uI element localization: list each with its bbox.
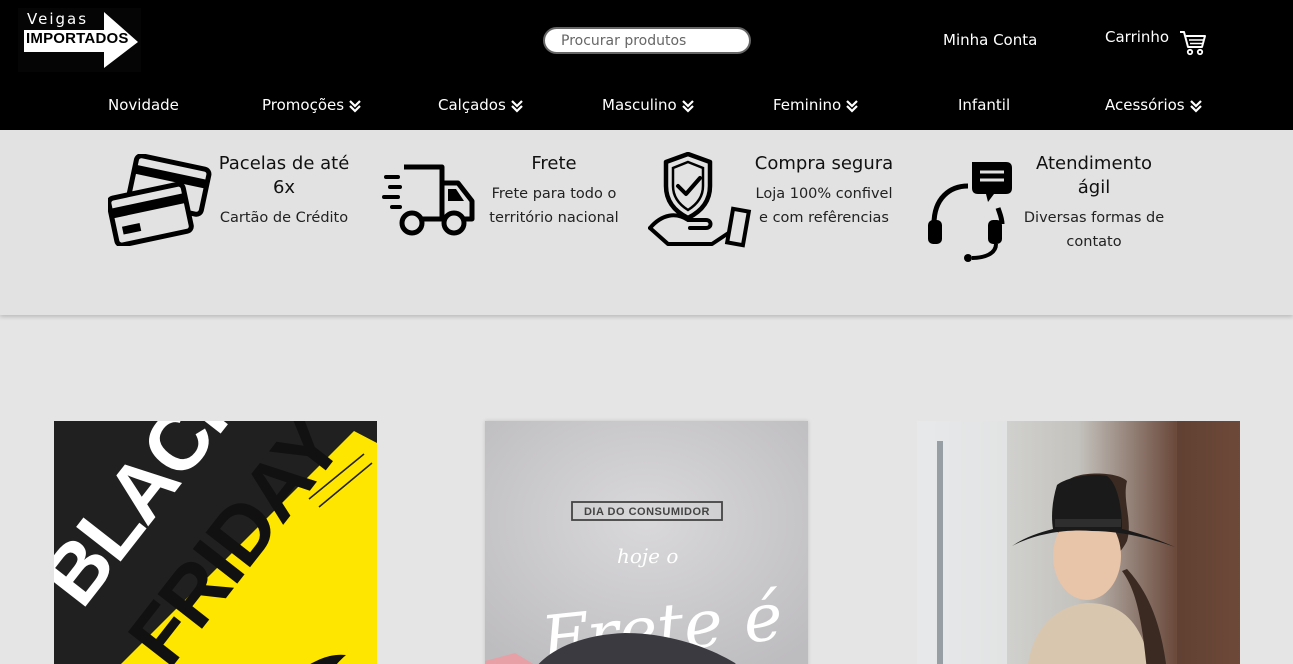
feature-title-line: ágil bbox=[1077, 177, 1111, 198]
feature-title: Compra segura bbox=[752, 152, 896, 176]
nav-item-feminino[interactable]: Feminino bbox=[773, 96, 859, 114]
double-chevron-down-icon bbox=[349, 100, 361, 113]
nav-item-masculino[interactable]: Masculino bbox=[602, 96, 695, 114]
black-friday-artwork: BLACK FRIDAY bbox=[54, 421, 377, 664]
nav-label: Novidade bbox=[108, 96, 179, 114]
nav-item-acessorios[interactable]: Acessórios bbox=[1105, 96, 1203, 114]
double-chevron-down-icon bbox=[511, 100, 523, 113]
nav-label: Infantil bbox=[958, 96, 1011, 114]
nav-label: Promoções bbox=[262, 96, 345, 114]
nav-item-calcados[interactable]: Calçados bbox=[438, 96, 524, 114]
main-nav: Novidade Promoções Calçados Masculino Fe… bbox=[0, 92, 1293, 122]
feature-subtitle-line: Diversas formas de bbox=[1023, 210, 1165, 226]
features-band: Pacelas de até 6x Cartão de Crédito Fret… bbox=[0, 130, 1293, 315]
cart-link[interactable]: Carrinho bbox=[1105, 28, 1207, 56]
double-chevron-down-icon bbox=[681, 100, 694, 113]
nav-label: Feminino bbox=[773, 96, 842, 114]
black-friday-banner[interactable]: BLACK FRIDAY bbox=[54, 421, 377, 664]
search-input[interactable] bbox=[543, 27, 751, 54]
consumer-day-banner[interactable]: DIA DO CONSUMIDOR hoje o Frete é bbox=[485, 421, 808, 664]
feature-subtitle-line: Frete para todo o bbox=[491, 186, 617, 202]
consumer-day-tag: DIA DO CONSUMIDOR bbox=[584, 506, 710, 518]
feature-title-line: 6x bbox=[272, 177, 296, 198]
nav-item-promocoes[interactable]: Promoções bbox=[262, 96, 362, 114]
logo-bottom-text: IMPORTADOS bbox=[26, 30, 129, 47]
nav-label: Acessórios bbox=[1105, 96, 1185, 114]
site-logo[interactable]: Veigas IMPORTADOS bbox=[18, 8, 141, 72]
cart-label: Carrinho bbox=[1105, 28, 1170, 46]
feature-subtitle-line: contato bbox=[1066, 234, 1122, 250]
delivery-truck-icon bbox=[382, 164, 475, 236]
woman-in-hat-photo bbox=[917, 421, 1240, 664]
consumer-day-script-1: hoje o bbox=[617, 544, 678, 568]
feature-subtitle: Cartão de Crédito bbox=[214, 206, 354, 230]
feature-title: Frete bbox=[484, 152, 624, 176]
account-link[interactable]: Minha Conta bbox=[943, 31, 1037, 49]
feature-title-line: Frete bbox=[531, 153, 577, 174]
feature-title-line: Compra segura bbox=[754, 153, 894, 174]
feature-subtitle-line: território nacional bbox=[489, 210, 619, 226]
headset-support-icon bbox=[928, 162, 1012, 262]
double-chevron-down-icon bbox=[1189, 100, 1202, 113]
feature-title: Atendimento ágil bbox=[1022, 152, 1166, 200]
feature-subtitle: Loja 100% confivel e com refêrencias bbox=[752, 182, 896, 230]
shopping-cart-icon bbox=[1180, 31, 1207, 56]
nav-label: Calçados bbox=[438, 96, 506, 114]
feature-title-line: Pacelas de até bbox=[218, 153, 350, 174]
consumer-day-artwork: DIA DO CONSUMIDOR hoje o Frete é bbox=[485, 421, 808, 664]
feature-subtitle-line: Loja 100% confivel bbox=[755, 186, 893, 202]
nav-item-infantil[interactable]: Infantil bbox=[958, 96, 1010, 114]
site-header: Veigas IMPORTADOS Minha Conta Carrinho N… bbox=[0, 0, 1293, 130]
feature-subtitle-line: Cartão de Crédito bbox=[219, 210, 349, 226]
feature-subtitle: Frete para todo o território nacional bbox=[484, 182, 624, 230]
feature-subtitle-line: e com refêrencias bbox=[759, 210, 889, 226]
double-chevron-down-icon bbox=[846, 100, 858, 113]
nav-item-novidade[interactable]: Novidade bbox=[108, 96, 179, 114]
secure-hand-shield-icon bbox=[648, 152, 752, 248]
feature-title: Pacelas de até 6x bbox=[214, 152, 354, 200]
fashion-hat-banner[interactable] bbox=[917, 421, 1240, 664]
credit-cards-icon bbox=[108, 154, 212, 246]
nav-label: Masculino bbox=[602, 96, 677, 114]
feature-title-line: Atendimento bbox=[1035, 153, 1153, 174]
feature-subtitle: Diversas formas de contato bbox=[1022, 206, 1166, 254]
